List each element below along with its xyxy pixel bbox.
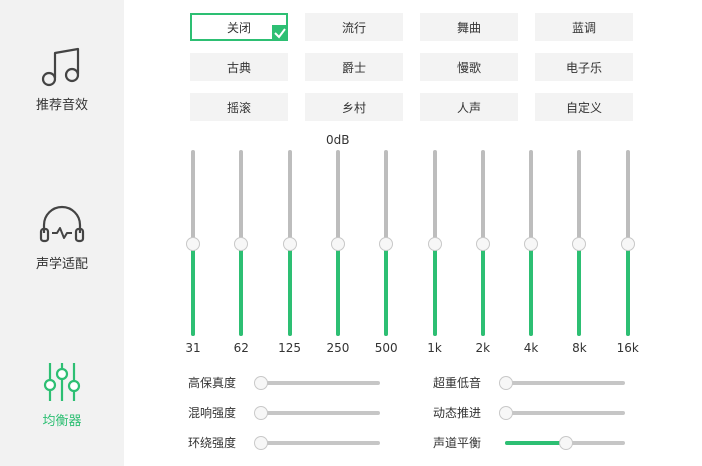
headphones-icon (36, 203, 88, 247)
preset-button[interactable]: 摇滚 (190, 93, 288, 121)
effect-control-slider[interactable] (254, 436, 380, 450)
eq-band-label: 31 (185, 341, 201, 355)
eq-band-fill (287, 243, 292, 336)
effect-control-label: 混响强度 (188, 406, 237, 420)
eq-band-fill (239, 243, 244, 336)
eq-band-thumb[interactable] (282, 237, 297, 251)
eq-band-label: 16k (616, 341, 639, 355)
eq-band-fill (335, 243, 340, 336)
equalizer-panel: 关闭 流行 舞曲 蓝调古典 爵士 慢歌 电子乐摇滚 乡村 人声 自定义 0dB 31 62 125 25… (124, 0, 702, 466)
effect-control-label: 高保真度 (188, 376, 237, 390)
effect-control-slider[interactable] (499, 376, 625, 390)
eq-band-label: 8k (572, 341, 587, 355)
effect-control-thumb[interactable] (254, 406, 268, 420)
preset-button[interactable]: 电子乐 (535, 53, 633, 81)
eq-band-thumb[interactable] (186, 237, 200, 251)
preset-button[interactable]: 蓝调 (535, 13, 633, 41)
eq-band-label: 500 (374, 341, 398, 355)
eq-band-slider[interactable] (519, 150, 543, 336)
preset-button[interactable]: 关闭 (190, 13, 288, 41)
eq-band-thumb[interactable] (475, 237, 490, 251)
eq-band-slider[interactable] (567, 150, 591, 336)
effect-control-label: 动态推进 (433, 406, 482, 420)
effect-control-label: 环绕强度 (188, 436, 237, 450)
preset-button[interactable]: 慢歌 (420, 53, 518, 81)
eq-band-thumb[interactable] (572, 237, 587, 251)
eq-band-label: 62 (233, 341, 249, 355)
eq-band-label: 250 (326, 341, 350, 355)
effect-control-label: 声道平衡 (433, 436, 482, 450)
eq-band-fill (625, 243, 630, 336)
effect-control-thumb[interactable] (499, 376, 513, 390)
sidebar: 推荐音效 声学适配 均衡器 (0, 0, 124, 466)
eq-band-slider[interactable] (181, 150, 205, 336)
effect-control-thumb[interactable] (254, 436, 268, 450)
effect-control-slider[interactable] (254, 406, 380, 420)
eq-band-fill (384, 243, 389, 336)
eq-band-fill (480, 243, 485, 336)
effect-control-fill (505, 441, 565, 445)
zero-db-label: 0dB (326, 133, 350, 147)
effect-control-label: 超重低音 (433, 376, 482, 390)
effect-control-slider[interactable] (254, 376, 380, 390)
equalizer-icon (38, 360, 86, 404)
eq-band-label: 1k (427, 341, 442, 355)
eq-band-thumb[interactable] (379, 237, 394, 251)
eq-band-slider[interactable] (374, 150, 398, 336)
sidebar-item-equalizer[interactable]: 均衡器 (0, 360, 124, 429)
sidebar-item-acoustic-adaptation[interactable]: 声学适配 (0, 203, 124, 272)
effect-control-thumb[interactable] (254, 376, 268, 390)
preset-button[interactable]: 人声 (420, 93, 518, 121)
checkmark-icon (272, 25, 288, 41)
eq-band-thumb[interactable] (234, 237, 249, 251)
preset-button[interactable]: 自定义 (535, 93, 633, 121)
sidebar-item-recommended-effects[interactable]: 推荐音效 (0, 44, 124, 113)
effect-control-thumb[interactable] (499, 406, 513, 420)
music-note-icon (38, 44, 86, 88)
preset-button[interactable]: 流行 (305, 13, 403, 41)
effect-control-thumb[interactable] (559, 436, 573, 450)
eq-band-label: 125 (278, 341, 302, 355)
sidebar-item-label: 均衡器 (42, 414, 82, 429)
eq-band-slider[interactable] (471, 150, 495, 336)
effect-control-slider[interactable] (505, 436, 625, 450)
eq-band-fill (191, 243, 195, 336)
eq-band-fill (577, 243, 582, 336)
eq-band-label: 2k (475, 341, 491, 355)
eq-band-slider[interactable] (423, 150, 447, 336)
eq-band-fill (432, 243, 437, 336)
preset-button[interactable]: 舞曲 (420, 13, 518, 41)
eq-band-label: 4k (523, 341, 539, 355)
eq-band-thumb[interactable] (427, 237, 442, 251)
eq-band-thumb[interactable] (620, 237, 635, 251)
preset-button[interactable]: 爵士 (305, 53, 403, 81)
eq-band-thumb[interactable] (524, 237, 539, 251)
eq-band-slider[interactable] (326, 150, 350, 336)
preset-button[interactable]: 乡村 (305, 93, 403, 121)
eq-band-slider[interactable] (616, 150, 640, 336)
sidebar-item-label: 声学适配 (35, 257, 88, 272)
eq-band-slider[interactable] (229, 150, 253, 336)
effect-control-slider[interactable] (499, 406, 625, 420)
eq-band-fill (529, 243, 534, 336)
eq-band-slider[interactable] (278, 150, 302, 336)
preset-button[interactable]: 古典 (190, 53, 288, 81)
sidebar-item-label: 推荐音效 (35, 98, 88, 113)
eq-band-thumb[interactable] (330, 237, 345, 251)
